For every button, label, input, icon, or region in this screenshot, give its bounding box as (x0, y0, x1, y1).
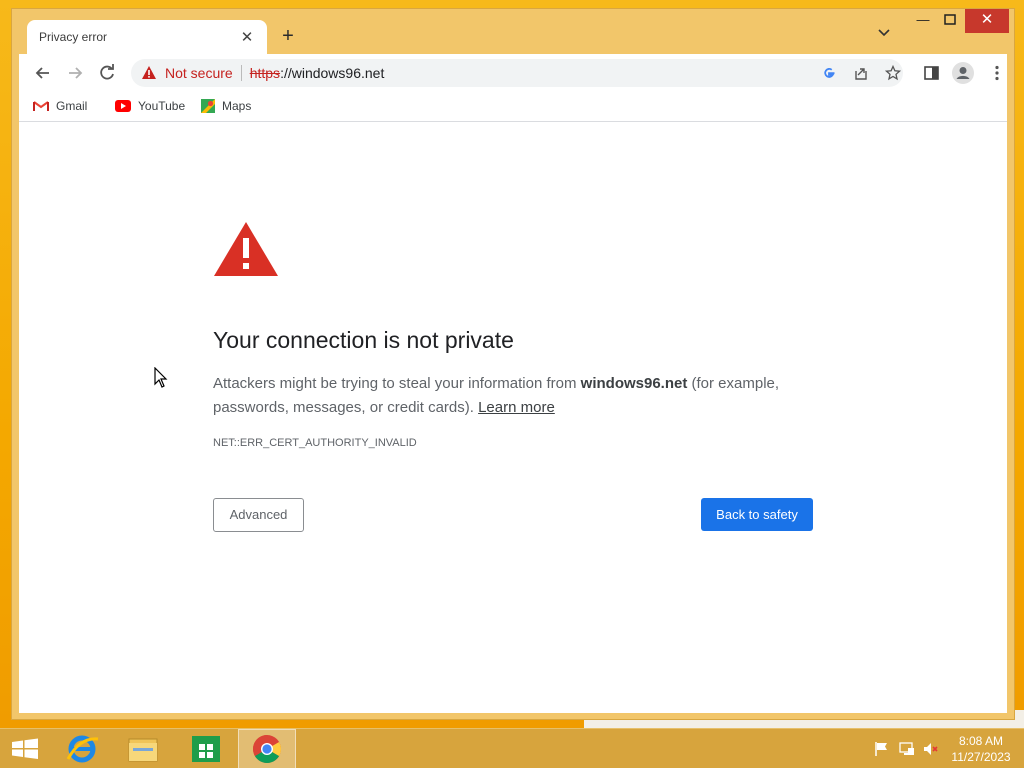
network-icon[interactable] (898, 741, 916, 757)
advanced-button[interactable]: Advanced (213, 498, 304, 532)
internet-explorer-icon (66, 735, 99, 763)
chrome-icon (253, 735, 281, 763)
bookmark-gmail[interactable]: Gmail (33, 99, 87, 113)
description-text: Attackers might be trying to steal your … (213, 375, 581, 392)
mouse-cursor-icon (154, 367, 168, 388)
volume-muted-icon[interactable] (922, 741, 940, 757)
back-to-safety-button[interactable]: Back to safety (701, 498, 813, 531)
domain-name: windows96.net (580, 375, 688, 392)
side-panel-icon[interactable] (922, 63, 942, 83)
profile-avatar-icon[interactable] (952, 62, 974, 84)
omnibox-separator (240, 65, 242, 81)
chrome-window: Privacy error ✕ + — ✕ Not secure https :… (11, 8, 1015, 720)
error-code: NET::ERR_CERT_AUTHORITY_INVALID (213, 437, 417, 449)
taskbar-clock[interactable]: 8:08 AM 11/27/2023 (944, 733, 1018, 765)
bookmark-star-icon[interactable] (885, 65, 901, 81)
taskbar-store[interactable] (184, 729, 228, 768)
page-heading: Your connection is not private (213, 327, 514, 353)
bookmark-youtube[interactable]: YouTube (115, 99, 185, 113)
warning-triangle-icon[interactable] (141, 65, 157, 81)
clock-date: 11/27/2023 (951, 750, 1011, 764)
youtube-icon (115, 100, 131, 112)
bookmark-maps[interactable]: Maps (201, 99, 251, 113)
error-description: Attackers might be trying to steal your … (213, 372, 813, 420)
share-icon[interactable] (853, 65, 869, 81)
maximize-button[interactable] (937, 9, 963, 33)
taskbar-internet-explorer[interactable] (60, 729, 104, 768)
gmail-icon (33, 101, 49, 111)
url-text: ://windows96.net (280, 65, 385, 81)
store-icon (192, 736, 220, 762)
back-arrow-icon[interactable] (33, 63, 53, 83)
action-center-flag-icon[interactable] (873, 741, 891, 757)
bookmark-label: Maps (222, 99, 252, 113)
bookmark-label: Gmail (56, 99, 88, 113)
browser-toolbar: Not secure https ://windows96.net (19, 54, 1007, 92)
taskbar-file-explorer[interactable] (121, 729, 165, 768)
maps-icon (201, 99, 215, 113)
tab-close-icon[interactable]: ✕ (239, 28, 255, 46)
windows-logo-icon (12, 738, 38, 759)
tab-strip: Privacy error ✕ + — ✕ (12, 9, 1014, 54)
taskbar-chrome[interactable] (238, 729, 296, 768)
minimize-button[interactable]: — (910, 9, 936, 33)
reload-icon[interactable] (97, 63, 117, 83)
url-scheme: https (249, 65, 281, 81)
address-bar[interactable]: Not secure https ://windows96.net (131, 59, 903, 87)
new-tab-button[interactable]: + (277, 26, 299, 48)
tab-search-chevron-icon[interactable] (874, 25, 894, 45)
tab-privacy-error[interactable]: Privacy error ✕ (27, 20, 267, 54)
bookmarks-bar: Gmail YouTube Maps (19, 92, 1007, 122)
file-explorer-icon (128, 738, 158, 762)
not-secure-label[interactable]: Not secure (165, 65, 233, 81)
taskbar: 8:08 AM 11/27/2023 (0, 728, 1024, 768)
menu-kebab-icon[interactable] (987, 63, 1007, 83)
tab-title: Privacy error (39, 30, 108, 44)
start-button[interactable] (0, 729, 50, 768)
interstitial-page: Your connection is not private Attackers… (19, 122, 1007, 713)
forward-arrow-icon[interactable] (65, 63, 85, 83)
bookmark-label: YouTube (138, 99, 186, 113)
close-window-button[interactable]: ✕ (965, 9, 1009, 33)
clock-time: 8:08 AM (958, 734, 1004, 748)
learn-more-link[interactable]: Learn more (478, 399, 555, 416)
google-lens-icon[interactable] (821, 65, 837, 81)
warning-triangle-large-icon (214, 222, 278, 276)
